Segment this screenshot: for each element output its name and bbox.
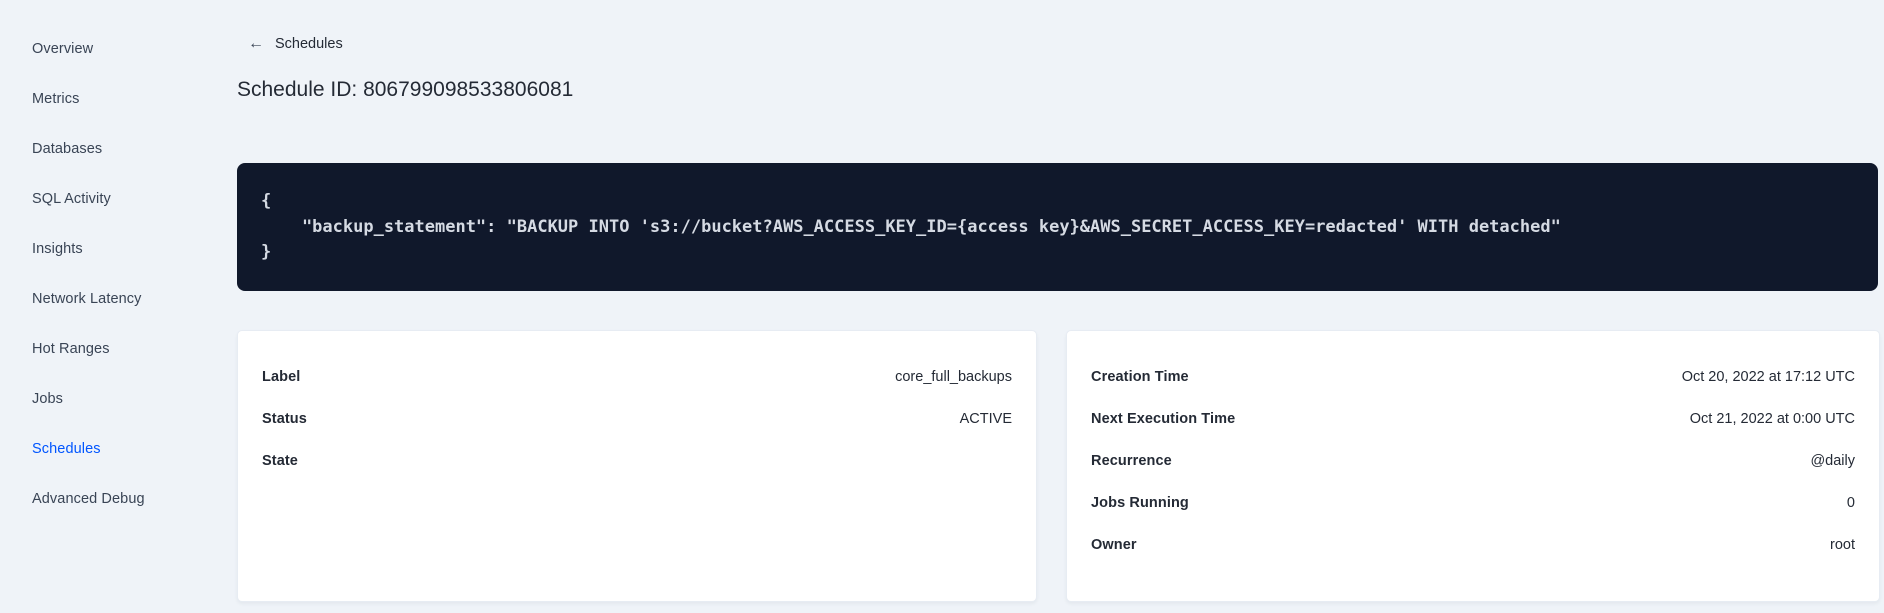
- schedule-statement-code-block: { "backup_statement": "BACKUP INTO 's3:/…: [237, 163, 1878, 291]
- sidebar-item-insights[interactable]: Insights: [0, 224, 210, 274]
- jobs-running-key: Jobs Running: [1091, 495, 1189, 511]
- table-row: Recurrence @daily: [1091, 440, 1855, 482]
- label-key: Label: [262, 369, 301, 385]
- sidebar-item-network-latency[interactable]: Network Latency: [0, 274, 210, 324]
- creation-time-key: Creation Time: [1091, 369, 1189, 385]
- recurrence-value: @daily: [1810, 453, 1855, 469]
- code-line: }: [261, 242, 272, 262]
- page-title: Schedule ID: 806799098533806081: [237, 78, 574, 101]
- table-row: Label core_full_backups: [262, 356, 1012, 398]
- back-to-schedules-link[interactable]: ← Schedules: [248, 34, 343, 54]
- sidebar-item-hot-ranges[interactable]: Hot Ranges: [0, 324, 210, 374]
- code-line: {: [261, 191, 272, 211]
- state-key: State: [262, 453, 298, 469]
- table-row: Status ACTIVE: [262, 398, 1012, 440]
- sidebar-item-metrics[interactable]: Metrics: [0, 74, 210, 124]
- next-execution-time-key: Next Execution Time: [1091, 411, 1236, 427]
- sidebar-item-jobs[interactable]: Jobs: [0, 374, 210, 424]
- sidebar-item-overview[interactable]: Overview: [0, 24, 210, 74]
- table-row: Owner root: [1091, 524, 1855, 566]
- label-value: core_full_backups: [895, 369, 1012, 385]
- table-row: Jobs Running 0: [1091, 482, 1855, 524]
- next-execution-time-value: Oct 21, 2022 at 0:00 UTC: [1689, 411, 1855, 427]
- owner-key: Owner: [1091, 537, 1137, 553]
- table-row: Creation Time Oct 20, 2022 at 17:12 UTC: [1091, 356, 1855, 398]
- creation-time-value: Oct 20, 2022 at 17:12 UTC: [1681, 369, 1855, 385]
- back-link-label: Schedules: [275, 36, 343, 52]
- sidebar-item-advanced-debug[interactable]: Advanced Debug: [0, 474, 210, 524]
- sidebar-item-sql-activity[interactable]: SQL Activity: [0, 174, 210, 224]
- owner-value: root: [1830, 537, 1855, 553]
- summary-cards: Label core_full_backups Status ACTIVE St…: [237, 330, 1880, 602]
- status-key: Status: [262, 411, 307, 427]
- sidebar-item-schedules[interactable]: Schedules: [0, 424, 210, 474]
- schedule-timing-card: Creation Time Oct 20, 2022 at 17:12 UTC …: [1066, 330, 1880, 602]
- table-row: State: [262, 440, 1012, 482]
- code-line: "backup_statement": "BACKUP INTO 's3://b…: [261, 216, 1561, 237]
- status-value: ACTIVE: [959, 411, 1012, 427]
- recurrence-key: Recurrence: [1091, 453, 1172, 469]
- schedule-details-card: Label core_full_backups Status ACTIVE St…: [237, 330, 1037, 602]
- table-row: Next Execution Time Oct 21, 2022 at 0:00…: [1091, 398, 1855, 440]
- back-arrow-icon: ←: [248, 35, 264, 52]
- sidebar-item-databases[interactable]: Databases: [0, 124, 210, 174]
- jobs-running-value: 0: [1846, 495, 1855, 511]
- sidebar-nav: Overview Metrics Databases SQL Activity …: [0, 24, 210, 524]
